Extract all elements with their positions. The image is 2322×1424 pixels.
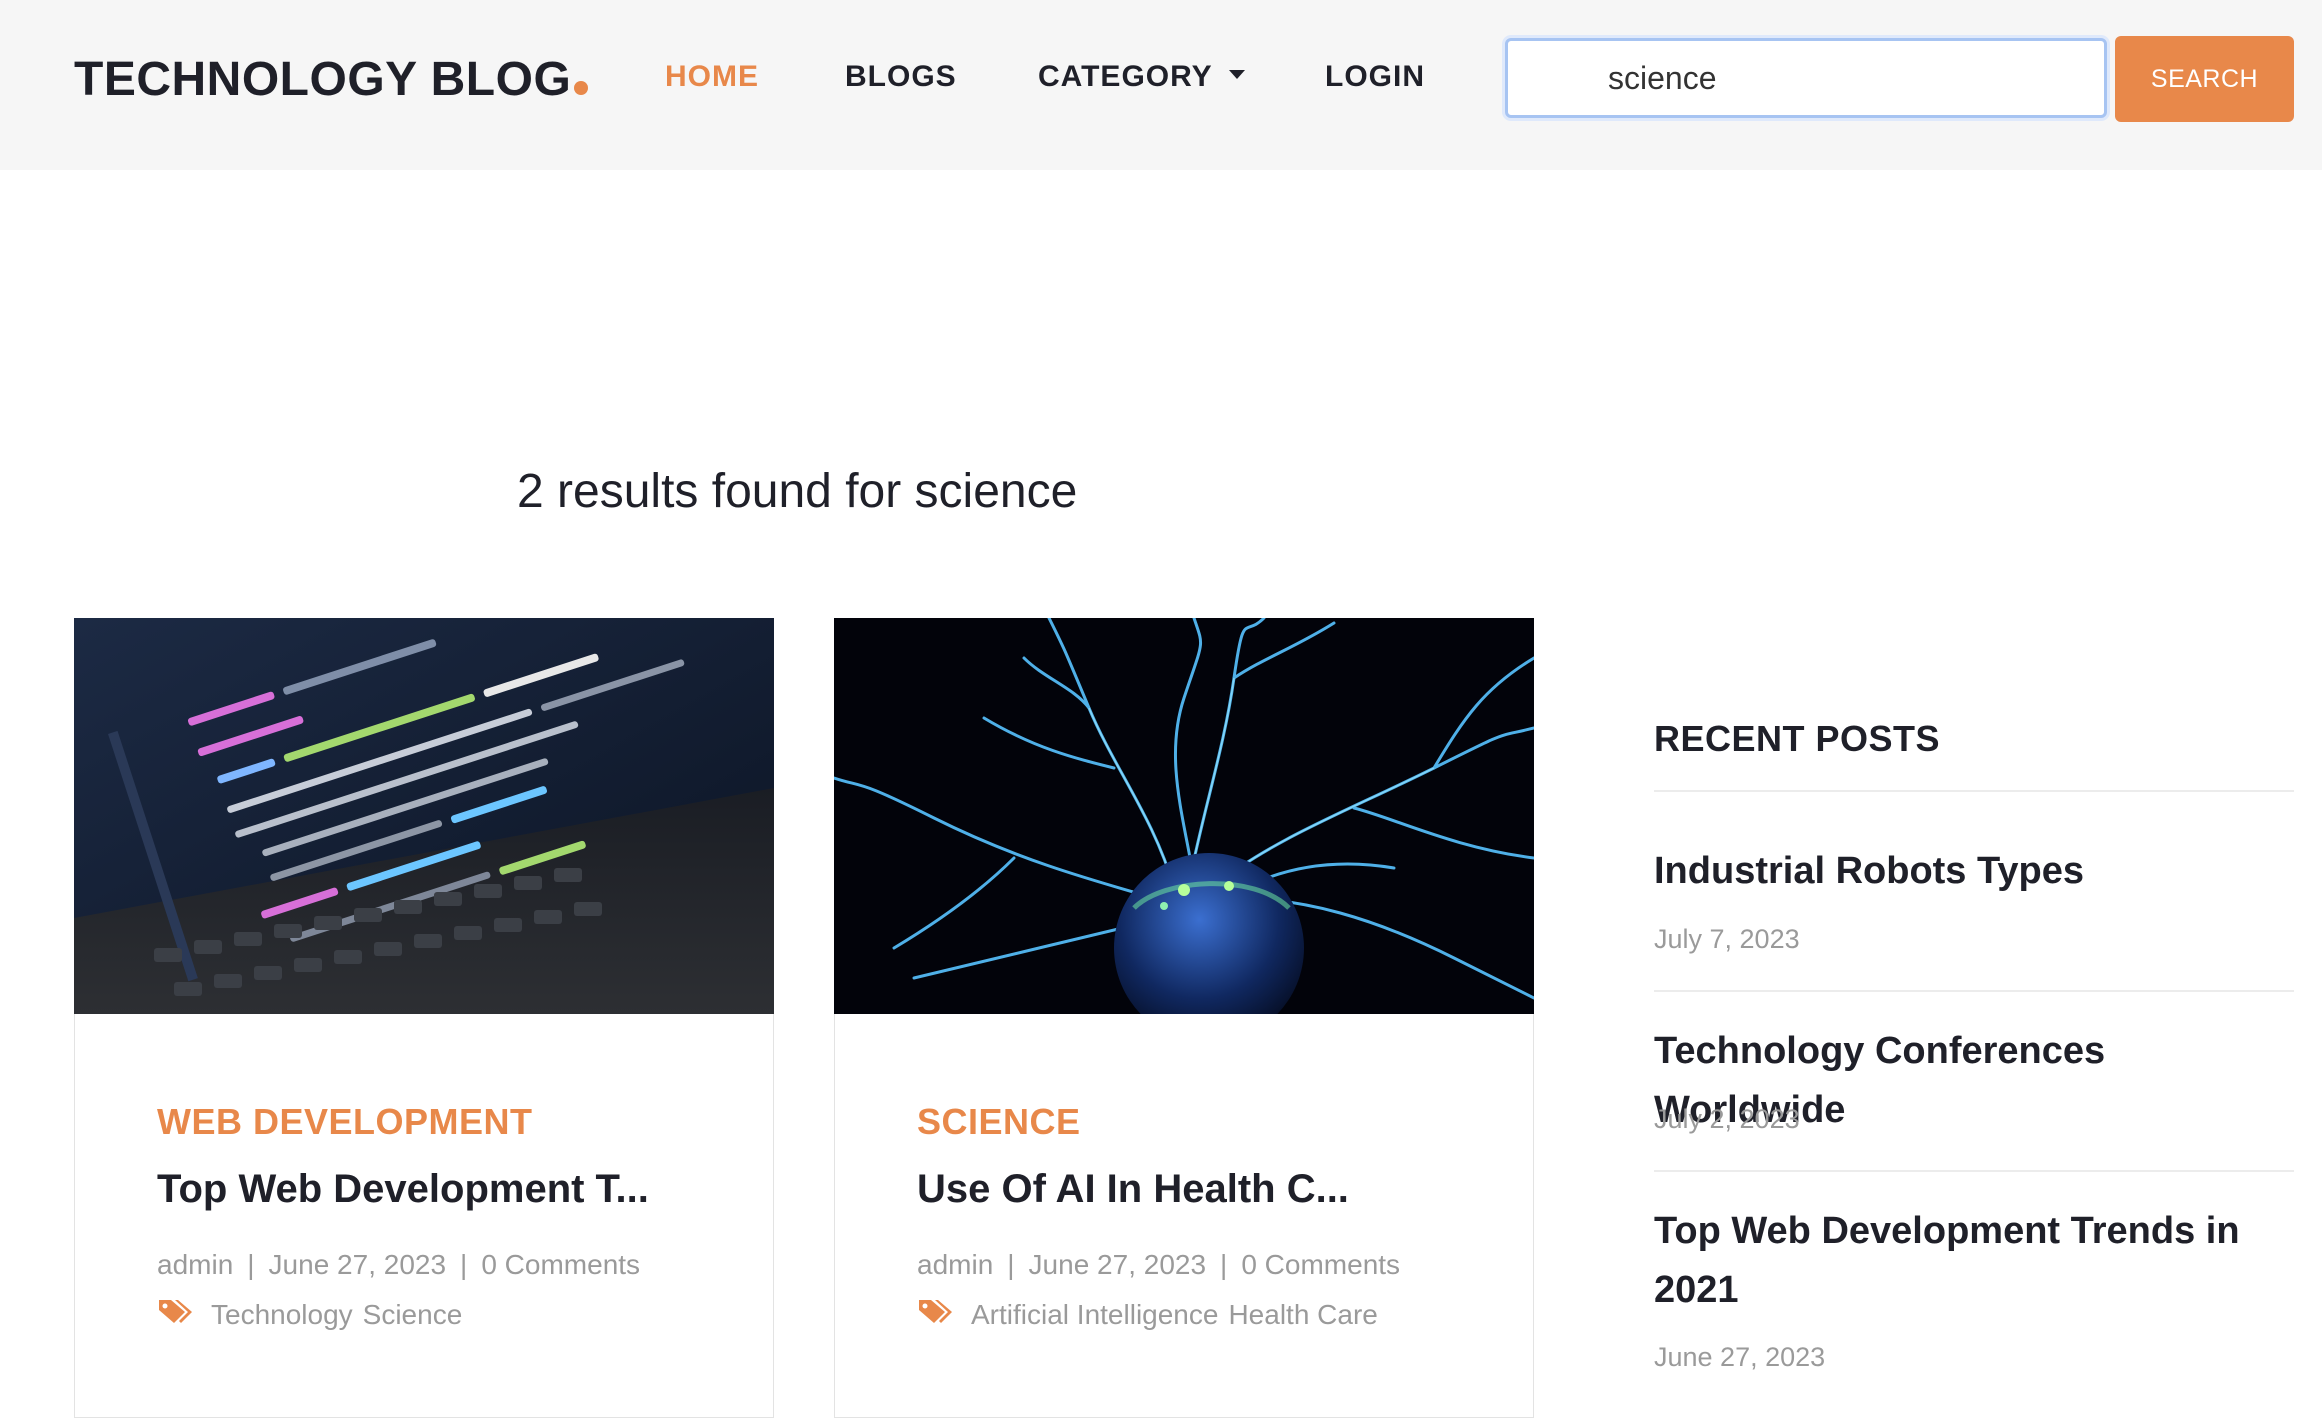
post-meta: admin | June 27, 2023 | 0 Comments xyxy=(917,1249,1400,1281)
post-card[interactable]: SCIENCE Use Of AI In Health C... admin | J… xyxy=(834,618,1534,1418)
results-heading: 2 results found for science xyxy=(517,465,1078,518)
post-comments[interactable]: 0 Comments xyxy=(1241,1249,1400,1280)
nav-home[interactable]: HOME xyxy=(665,60,759,94)
sidebar-divider xyxy=(1654,790,2294,792)
site-logo[interactable]: TECHNOLOGY BLOG xyxy=(74,52,589,107)
site-header: TECHNOLOGY BLOG HOME BLOGS CATEGORY LOGI… xyxy=(0,0,2322,170)
post-title[interactable]: Use Of AI In Health C... xyxy=(917,1167,1349,1212)
post-card[interactable]: WEB DEVELOPMENT Top Web Development T...… xyxy=(74,618,774,1418)
post-author[interactable]: admin xyxy=(157,1249,233,1280)
plasma-ball-image xyxy=(834,618,1534,1014)
post-tag[interactable]: Technology xyxy=(211,1299,353,1331)
post-date: June 27, 2023 xyxy=(1028,1249,1207,1280)
recent-post-title[interactable]: Top Web Development Trends in 2021 xyxy=(1654,1202,2294,1320)
search-button[interactable]: SEARCH xyxy=(2115,36,2294,122)
search-input[interactable] xyxy=(1505,38,2107,118)
recent-post-title[interactable]: Industrial Robots Types xyxy=(1654,842,2294,901)
recent-post-date: July 2, 2023 xyxy=(1654,1104,1800,1134)
meta-separator: | xyxy=(1007,1249,1015,1280)
sidebar-divider xyxy=(1654,1170,2294,1172)
nav-login[interactable]: LOGIN xyxy=(1325,60,1425,94)
meta-separator: | xyxy=(460,1249,468,1280)
post-tags: Artificial Intelligence Health Care xyxy=(917,1297,1378,1332)
tags-icon xyxy=(157,1297,193,1332)
nav-category-label[interactable]: CATEGORY xyxy=(1038,60,1213,93)
logo-dot-icon xyxy=(574,81,589,95)
post-date: June 27, 2023 xyxy=(268,1249,447,1280)
tags-icon xyxy=(917,1297,953,1332)
post-tag[interactable]: Science xyxy=(363,1299,463,1331)
recent-posts-title: RECENT POSTS xyxy=(1654,718,1941,759)
post-category[interactable]: WEB DEVELOPMENT xyxy=(157,1101,533,1143)
recent-post-date: June 27, 2023 xyxy=(1654,1342,1826,1372)
meta-separator: | xyxy=(247,1249,255,1280)
post-comments[interactable]: 0 Comments xyxy=(481,1249,640,1280)
post-tags: Technology Science xyxy=(157,1297,462,1332)
nav-category[interactable]: CATEGORY xyxy=(1038,60,1245,94)
meta-separator: | xyxy=(1220,1249,1228,1280)
chevron-down-icon[interactable] xyxy=(1228,69,1245,79)
recent-post-date: July 7, 2023 xyxy=(1654,924,1800,954)
post-tag[interactable]: Health Care xyxy=(1228,1299,1377,1331)
code-laptop-image xyxy=(74,618,774,1014)
post-category[interactable]: SCIENCE xyxy=(917,1101,1081,1143)
post-title[interactable]: Top Web Development T... xyxy=(157,1167,649,1212)
post-meta: admin | June 27, 2023 | 0 Comments xyxy=(157,1249,640,1281)
sidebar-divider xyxy=(1654,990,2294,992)
post-tag[interactable]: Artificial Intelligence xyxy=(971,1299,1218,1331)
post-author[interactable]: admin xyxy=(917,1249,993,1280)
nav-blogs[interactable]: BLOGS xyxy=(845,60,957,94)
post-image-code-laptop[interactable] xyxy=(74,618,774,1014)
post-image-plasma-ball[interactable] xyxy=(834,618,1534,1014)
site-logo-text[interactable]: TECHNOLOGY BLOG xyxy=(74,53,571,106)
